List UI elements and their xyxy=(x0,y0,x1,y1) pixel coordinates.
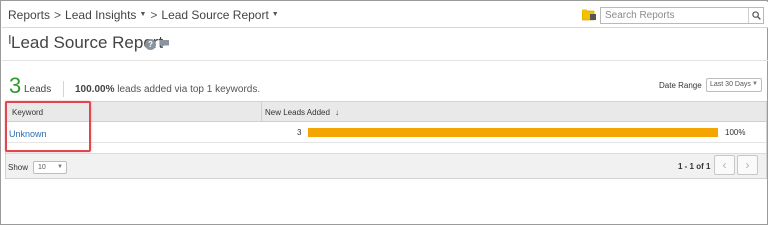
show-label: Show xyxy=(8,163,29,172)
reports-folder-icon[interactable] xyxy=(582,9,596,21)
caret-down-icon[interactable]: ▼ xyxy=(139,11,146,18)
chevron-right-icon: › xyxy=(745,158,750,172)
sort-down-icon: ↓ xyxy=(334,108,339,117)
chevron-down-icon: ▼ xyxy=(57,164,63,170)
breadcrumb-lead-source-report[interactable]: Lead Source Report xyxy=(161,8,268,22)
summary-text: 100.00% leads added via top 1 keywords. xyxy=(75,84,260,95)
search-input[interactable] xyxy=(601,8,747,23)
summary-divider xyxy=(63,81,64,97)
page-size-select[interactable]: 10 ▼ xyxy=(33,161,67,174)
chevron-left-icon: ‹ xyxy=(722,158,727,172)
search-icon xyxy=(751,11,761,20)
breadcrumb: Reports > Lead Insights ▼ > Lead Source … xyxy=(8,8,279,22)
leads-count-label: Leads xyxy=(24,84,52,95)
leads-bar-fill xyxy=(308,128,718,137)
title-area: I Lead Source Report ? xyxy=(2,28,768,61)
search-box xyxy=(600,7,764,24)
column-header-new-leads-label: New Leads Added xyxy=(265,108,330,117)
leads-count: 3 xyxy=(9,73,22,98)
summary-percent: 100.00% xyxy=(75,84,115,95)
leads-percent: 100% xyxy=(725,128,746,137)
date-range-value: Last 30 Days xyxy=(710,81,751,88)
chevron-down-icon: ▼ xyxy=(752,81,758,87)
report-window: Reports > Lead Insights ▼ > Lead Source … xyxy=(0,0,768,225)
date-range-label: Date Range xyxy=(659,81,702,90)
highlight-box xyxy=(5,101,91,152)
summary-sentence: leads added via top 1 keywords. xyxy=(114,84,261,95)
help-icon[interactable]: ? xyxy=(145,39,156,50)
breadcrumb-separator: > xyxy=(54,8,62,22)
leads-added-count: 3 xyxy=(297,128,302,137)
page-title: Lead Source Report xyxy=(11,33,164,52)
top-bar: Reports > Lead Insights ▼ > Lead Source … xyxy=(2,2,768,28)
leads-bar-track xyxy=(308,128,718,137)
table-header: Keyword New Leads Added ↓ xyxy=(6,102,766,122)
breadcrumb-lead-insights[interactable]: Lead Insights xyxy=(65,8,136,22)
column-divider xyxy=(261,102,262,122)
breadcrumb-separator: > xyxy=(150,8,158,22)
caret-down-icon[interactable]: ▼ xyxy=(272,11,279,18)
search-button[interactable] xyxy=(748,8,763,23)
previous-page-button[interactable]: ‹ xyxy=(714,155,735,175)
date-range-select[interactable]: Last 30 Days ▼ xyxy=(706,78,762,92)
pagination-range: 1 - 1 of 1 xyxy=(678,162,711,171)
table-footer: Show 10 ▼ 1 - 1 of 1 xyxy=(6,153,766,178)
breadcrumb-reports[interactable]: Reports xyxy=(8,8,50,22)
next-page-button[interactable]: › xyxy=(737,155,758,175)
column-header-new-leads[interactable]: New Leads Added ↓ xyxy=(265,108,339,117)
comment-icon[interactable] xyxy=(159,39,170,49)
page-size-value: 10 xyxy=(38,164,46,171)
